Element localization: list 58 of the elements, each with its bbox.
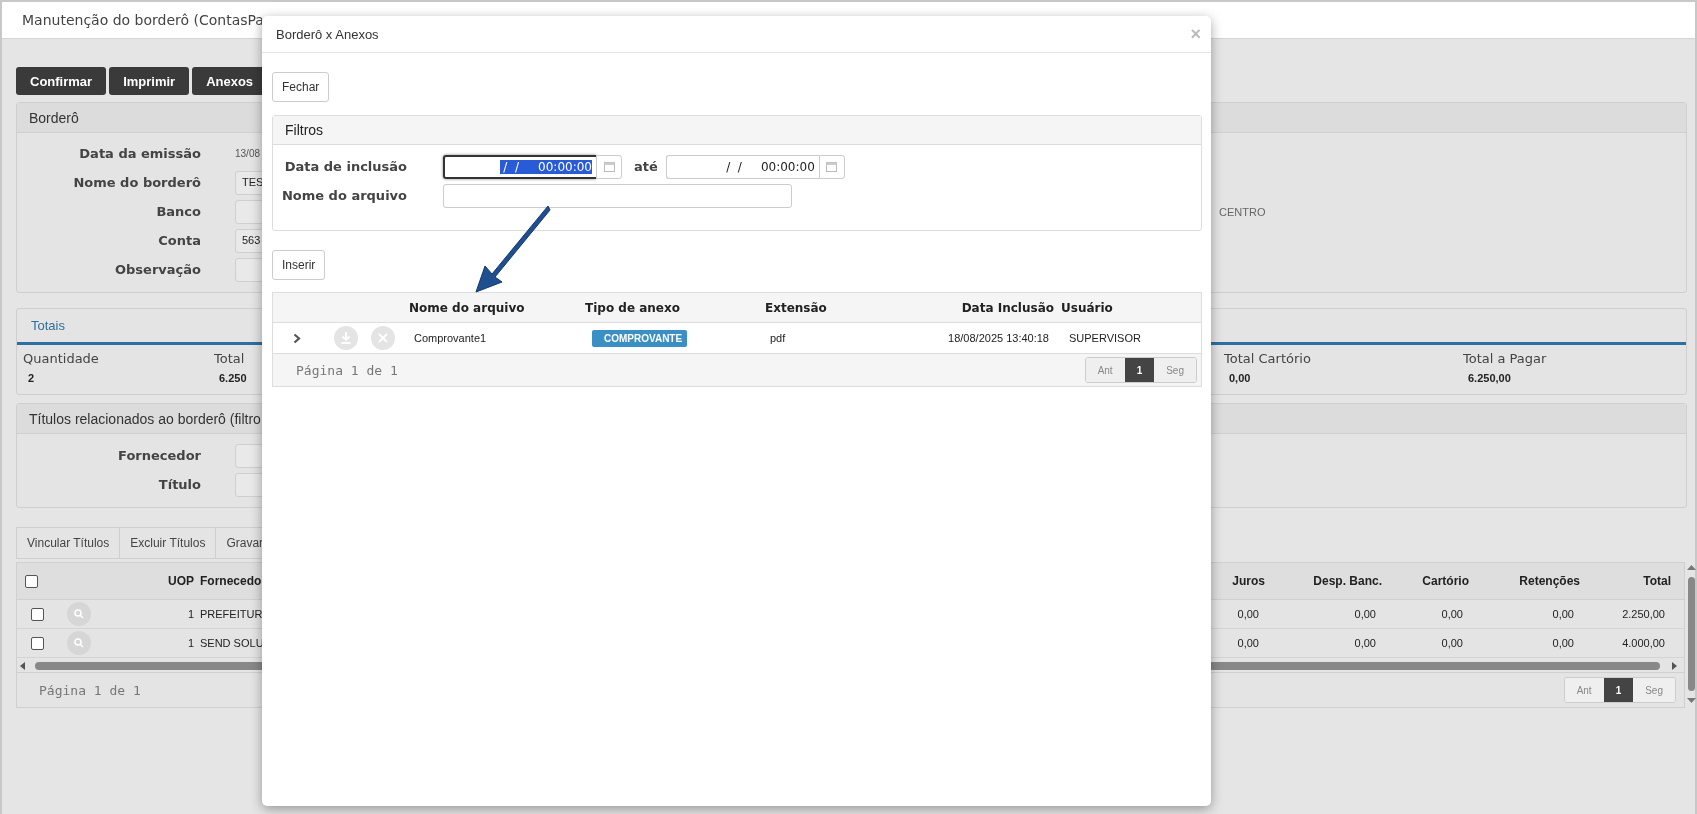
column-header: Total <box>1642 574 1672 588</box>
panel-title: Borderô <box>29 109 79 126</box>
table-cell-text: SUPERVISOR <box>1068 332 1142 344</box>
field-label: Banco <box>155 204 201 219</box>
column-header: Retenções <box>1518 574 1581 588</box>
column-header: UOP <box>167 574 195 588</box>
column-header: Juros <box>1231 574 1266 588</box>
field-label: Data de inclusão <box>283 159 407 174</box>
table-cell-text: pdf <box>769 332 787 344</box>
table-cell-text: 0,00 <box>1236 637 1260 649</box>
dialog-title: Borderô x Anexos <box>276 26 379 42</box>
field-label: Conta <box>157 233 201 248</box>
column-header: Cartório <box>1421 574 1470 588</box>
field-label: Nome do borderô <box>72 175 201 190</box>
column-header: Nome do arquivo <box>408 300 526 315</box>
total-label: Total <box>214 351 245 366</box>
panel-title: Títulos relacionados ao borderô (filtro <box>29 410 261 427</box>
column-header: Data Inclusão <box>960 300 1055 315</box>
field-label: Título <box>157 477 201 492</box>
table-cell-text: 4.000,00 <box>1621 637 1666 649</box>
table-cell-text: 2.250,00 <box>1621 608 1666 620</box>
table-cell-text: 1 <box>186 608 195 620</box>
field-label: Fornecedor <box>117 448 201 463</box>
column-header: Extensão <box>764 300 828 315</box>
field-value: CENTRO <box>1219 205 1266 218</box>
table-cell-text: Comprovante1 <box>413 332 488 344</box>
total-value: 0,00 <box>1228 371 1251 384</box>
panel-title: Filtros <box>285 122 324 138</box>
table-cell-text: 0,00 <box>1440 608 1464 620</box>
page-info: Página 1 de 1 <box>39 682 141 698</box>
total-label: Total a Pagar <box>1463 351 1547 366</box>
field-value: 13/08 <box>235 148 261 159</box>
table-cell-text: 0,00 <box>1353 608 1377 620</box>
field-label: Observação <box>114 262 201 277</box>
table-cell-text: PREFEITUR <box>200 608 264 620</box>
table-cell-text: 0,00 <box>1236 608 1260 620</box>
table-cell-text: 0,00 <box>1353 637 1377 649</box>
panel-title: Totais <box>31 318 65 333</box>
table-cell-text: 0,00 <box>1551 637 1575 649</box>
total-value: 2 <box>27 371 35 384</box>
page-title: Manutenção do borderô (ContasPa <box>22 12 264 28</box>
total-label: Quantidade <box>23 351 99 366</box>
total-label: Total Cartório <box>1224 351 1311 366</box>
table-cell-text: 18/08/2025 13:40:18 <box>947 332 1050 344</box>
table-cell-text: 0,00 <box>1440 637 1464 649</box>
column-header: Desp. Banc. <box>1312 574 1383 588</box>
field-label: Nome do arquivo <box>280 188 407 203</box>
column-header: Fornecedo <box>200 574 263 588</box>
total-value: 6.250 <box>218 371 247 384</box>
field-label: Data da emissão <box>78 146 201 161</box>
total-value: 6.250,00 <box>1467 371 1511 384</box>
range-separator: até <box>634 159 658 174</box>
type-badge: COMPROVANTE <box>592 329 688 347</box>
table-cell-text: 0,00 <box>1551 608 1575 620</box>
column-header: Usuário <box>1060 300 1114 315</box>
table-cell-text: 1 <box>186 637 195 649</box>
column-header: Tipo de anexo <box>584 300 681 315</box>
page-info: Página 1 de 1 <box>296 362 398 378</box>
